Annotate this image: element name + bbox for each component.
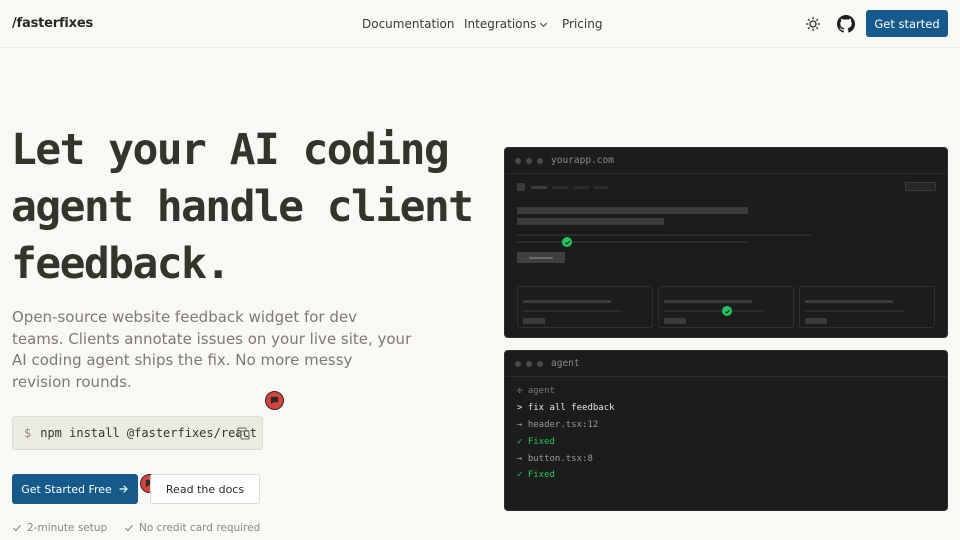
theme-toggle-button[interactable] bbox=[804, 15, 822, 33]
skeleton-text bbox=[805, 310, 905, 312]
hero-title-line: feedback. bbox=[11, 239, 231, 289]
browser-mockup: yourapp.com bbox=[504, 147, 948, 338]
window-titlebar: yourapp.com bbox=[505, 148, 947, 174]
window-dot bbox=[526, 361, 532, 367]
terminal-line: ✓ Fixed bbox=[517, 437, 555, 447]
terminal-line-text: agent bbox=[527, 386, 555, 396]
check-item-label: 2-minute setup bbox=[27, 522, 108, 534]
skeleton-heading bbox=[517, 218, 664, 225]
hero-title-line: agent handle client bbox=[11, 182, 474, 232]
check-icon bbox=[125, 525, 133, 532]
skeleton-text bbox=[664, 310, 764, 312]
window-dot bbox=[515, 158, 521, 164]
get-started-free-label: Get Started Free bbox=[21, 482, 112, 496]
hero-subtitle: Open-source website feedback widget for … bbox=[12, 308, 412, 391]
nav-link-pricing[interactable]: Pricing bbox=[562, 17, 602, 31]
nav-link-integrations[interactable]: Integrations bbox=[464, 17, 548, 31]
sun-icon bbox=[805, 16, 821, 32]
check-icon bbox=[13, 525, 21, 532]
skeleton-nav-item bbox=[552, 186, 568, 189]
skeleton-nav-item bbox=[573, 186, 589, 189]
chevron-down-icon bbox=[540, 19, 548, 28]
terminal-line: ✣ agent bbox=[517, 386, 555, 396]
skeleton-text bbox=[523, 310, 623, 312]
skeleton-logo bbox=[517, 183, 525, 191]
window-dot bbox=[537, 158, 543, 164]
feedback-pin[interactable] bbox=[265, 391, 284, 410]
github-icon bbox=[837, 15, 855, 33]
window-dot bbox=[526, 158, 532, 164]
skeleton-text bbox=[664, 300, 752, 303]
window-titlebar: agent bbox=[505, 351, 947, 377]
skeleton-chip bbox=[523, 318, 545, 324]
terminal-title: agent bbox=[551, 358, 580, 369]
check-item: No credit card required bbox=[124, 522, 260, 534]
top-nav: /fasterfixes Documentation Integrations … bbox=[0, 0, 960, 48]
skeleton-text bbox=[523, 300, 611, 303]
check-item: 2-minute setup bbox=[12, 522, 107, 534]
fixed-marker bbox=[722, 306, 732, 316]
fixed-marker bbox=[562, 237, 572, 247]
skeleton-nav-item bbox=[531, 186, 547, 189]
copy-icon[interactable] bbox=[237, 427, 250, 440]
sparkle-icon: ✣ bbox=[517, 386, 523, 396]
install-command[interactable]: $ npm install @fasterfixes/react bbox=[12, 416, 263, 450]
check-icon bbox=[724, 309, 730, 314]
get-started-free-button[interactable]: Get Started Free bbox=[12, 474, 138, 504]
terminal-line: ✓ Fixed bbox=[517, 470, 555, 480]
terminal-line: > fix all feedback bbox=[517, 403, 615, 413]
skeleton-chip bbox=[664, 318, 686, 324]
skeleton-chip bbox=[805, 318, 827, 324]
agent-terminal: agent ✣ agent > fix all feedback → heade… bbox=[504, 350, 948, 511]
shell-prompt: $ bbox=[24, 426, 32, 440]
window-dot bbox=[515, 361, 521, 367]
skeleton-card bbox=[517, 286, 653, 328]
skeleton-heading bbox=[517, 207, 748, 214]
window-dot bbox=[537, 361, 543, 367]
logo[interactable]: /fasterfixes bbox=[12, 16, 93, 31]
terminal-line: → button.tsx:8 bbox=[517, 454, 593, 464]
skeleton-text bbox=[805, 300, 893, 303]
get-started-button[interactable]: Get started bbox=[866, 10, 948, 37]
skeleton-nav-item bbox=[594, 186, 608, 189]
skeleton-card bbox=[799, 286, 935, 328]
skeleton-card bbox=[658, 286, 794, 328]
comment-icon bbox=[270, 396, 279, 405]
github-link[interactable] bbox=[837, 15, 855, 33]
check-icon bbox=[564, 240, 570, 245]
terminal-line: → header.tsx:12 bbox=[517, 420, 599, 430]
skeleton-button bbox=[905, 182, 936, 191]
check-item-label: No credit card required bbox=[139, 522, 261, 534]
nav-link-documentation[interactable]: Documentation bbox=[362, 17, 455, 31]
nav-link-integrations-label: Integrations bbox=[464, 17, 537, 31]
read-docs-button[interactable]: Read the docs bbox=[150, 474, 260, 504]
skeleton-cta-text bbox=[529, 257, 553, 259]
hero-title-line: Let your AI coding bbox=[11, 125, 450, 175]
install-command-text: npm install @fasterfixes/react bbox=[40, 426, 257, 440]
skeleton-text bbox=[517, 241, 747, 243]
arrow-right-icon bbox=[119, 485, 128, 493]
browser-url: yourapp.com bbox=[551, 155, 614, 166]
skeleton-text bbox=[517, 234, 811, 236]
hero-title: Let your AI coding agent handle client f… bbox=[11, 122, 491, 293]
